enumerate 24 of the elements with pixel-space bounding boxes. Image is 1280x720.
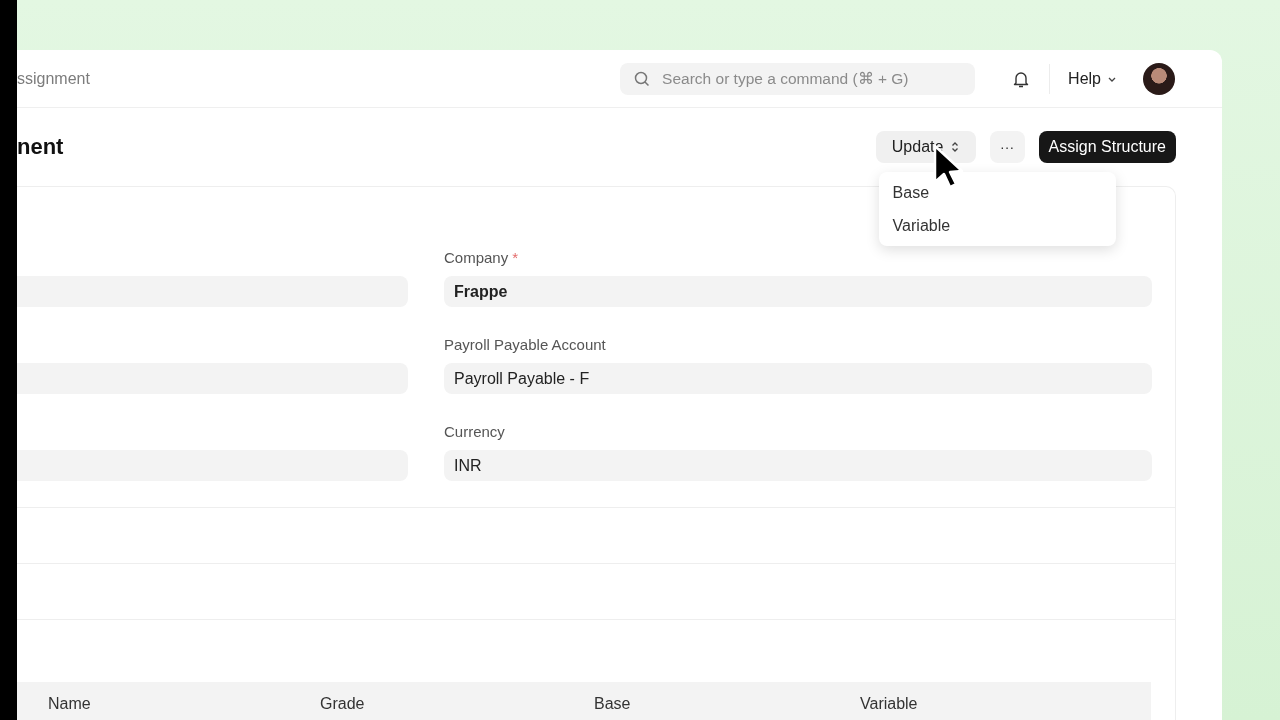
column-header: Name <box>48 695 92 713</box>
column-header: Grade <box>320 695 366 713</box>
field-label: Payroll Payable Account <box>444 336 607 354</box>
breadcrumb[interactable]: ssignment <box>17 69 621 88</box>
input-field[interactable] <box>17 363 408 394</box>
input-field[interactable] <box>17 276 408 307</box>
more-button[interactable]: ··· <box>989 131 1025 163</box>
search-icon <box>634 70 651 87</box>
avatar[interactable] <box>1143 62 1175 95</box>
field-label: Company * <box>444 249 520 267</box>
page-title: nent <box>17 134 65 160</box>
search-field[interactable]: Search or type a command (⌘ + G) <box>620 62 976 95</box>
input-field[interactable]: Payroll Payable - F <box>444 363 1152 394</box>
menu-item[interactable]: Variable <box>882 209 1112 242</box>
input-field[interactable]: INR <box>444 450 1152 481</box>
menu-item[interactable]: Base <box>882 176 1112 209</box>
assign-structure-button[interactable]: Assign Structure <box>1038 131 1176 163</box>
column-header: Base <box>594 695 632 713</box>
field-label: Currency <box>444 423 506 441</box>
help-menu[interactable]: Help <box>1068 69 1117 88</box>
input-field[interactable]: Frappe <box>444 276 1152 307</box>
up-down-chevron-icon <box>951 141 960 153</box>
column-header: Variable <box>860 695 919 713</box>
input-field[interactable] <box>17 450 408 481</box>
